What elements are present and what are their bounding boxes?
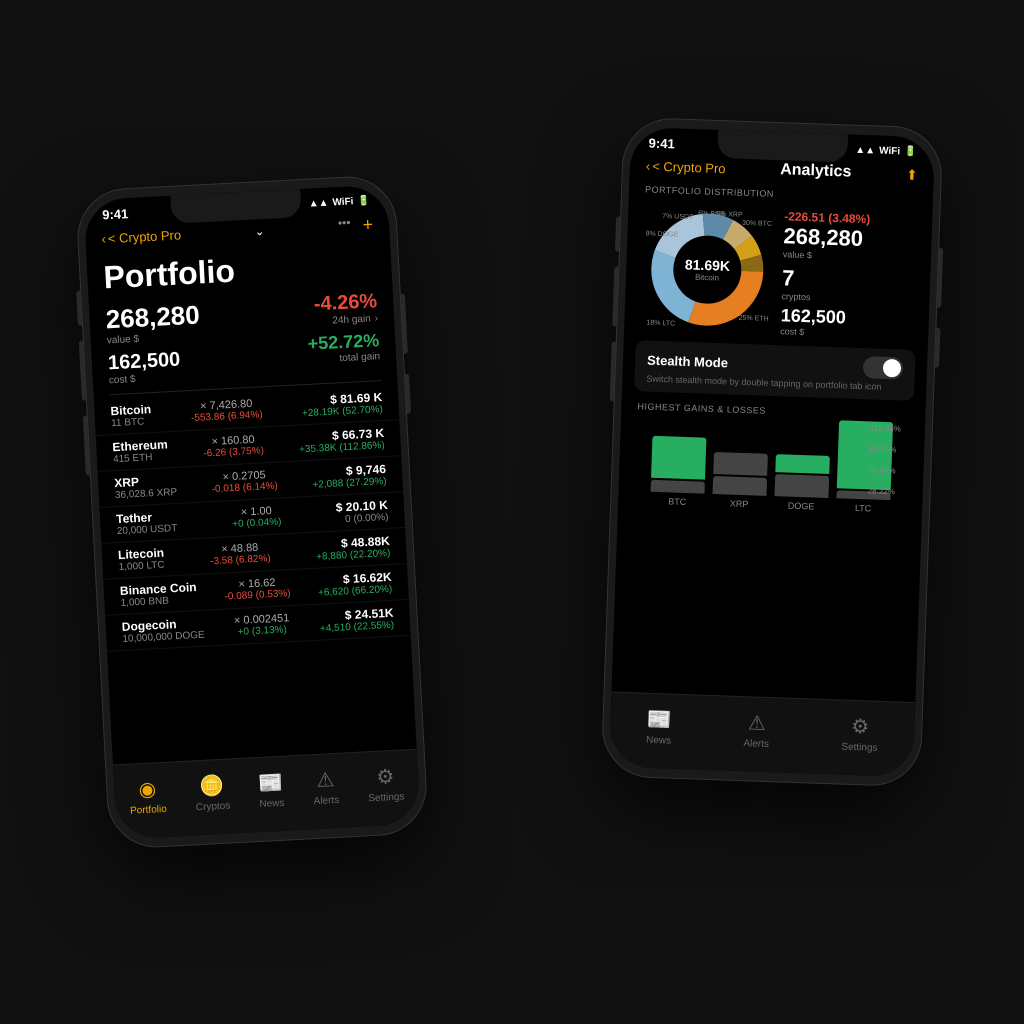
side-button-right-phone-left-2 xyxy=(612,266,618,326)
side-button-right-phone-left-3 xyxy=(610,341,616,401)
donut-value: 81.69K xyxy=(685,256,731,274)
tab-news[interactable]: 📰 News xyxy=(258,769,285,809)
scene: 9:41 ▲▲ WiFi 🔋 ‹ < Crypto Pro ⌄ •• xyxy=(62,62,962,962)
side-button-left-1 xyxy=(76,291,82,326)
portfolio-icon: ◉ xyxy=(138,776,157,802)
portfolio-value: 268,280 xyxy=(105,299,200,335)
cryptos-icon: 🪙 xyxy=(199,772,225,798)
stealth-mode-section: Stealth Mode Switch stealth mode by doub… xyxy=(634,340,916,401)
time-right: 9:41 xyxy=(648,136,675,152)
pct-label-2: 84.65% xyxy=(869,444,900,454)
side-button-right-1 xyxy=(401,294,408,354)
news-icon: 📰 xyxy=(258,769,284,795)
side-button-right-2 xyxy=(405,374,411,414)
bar-xrp-negative xyxy=(712,476,767,496)
tab-portfolio-label: Portfolio xyxy=(130,803,167,816)
share-icon[interactable]: ⬆ xyxy=(906,166,918,183)
coin-rows-container: Bitcoin 11 BTC × 7,426.80 -553.86 (6.94%… xyxy=(94,384,416,754)
stealth-title: Stealth Mode xyxy=(647,352,728,370)
bar-chart-wrapper: BTC XRP DOGE xyxy=(618,415,925,516)
tab-bar-right: 📰 News ⚠ Alerts ⚙ Settings xyxy=(609,692,915,778)
bar-doge-negative xyxy=(774,474,829,498)
bar-btc-label: BTC xyxy=(668,496,686,507)
tab-alerts[interactable]: ⚠ Alerts xyxy=(312,766,340,806)
bar-xrp-label: XRP xyxy=(730,499,749,510)
back-button-right[interactable]: ‹ < Crypto Pro xyxy=(646,158,726,176)
alerts-icon: ⚠ xyxy=(316,767,335,793)
analytics-stats: -226.51 (3.48%) 268,280 value $ 7 crypto… xyxy=(780,209,916,341)
side-button-left-3 xyxy=(83,416,90,476)
chevron-left-icon-right: ‹ xyxy=(646,158,651,173)
tab-settings-label: Settings xyxy=(368,791,405,804)
bar-btc: BTC xyxy=(650,436,706,508)
chevron-left-icon: ‹ xyxy=(101,231,106,246)
tab-news-label: News xyxy=(259,797,285,809)
phone-left: 9:41 ▲▲ WiFi 🔋 ‹ < Crypto Pro ⌄ •• xyxy=(75,174,429,850)
side-button-left-2 xyxy=(79,341,86,401)
alerts-icon-right: ⚠ xyxy=(748,710,767,736)
bar-xrp-positive xyxy=(713,452,768,476)
pct-label-1: 112.86% xyxy=(870,423,901,433)
tab-news-right[interactable]: 📰 News xyxy=(646,706,672,746)
tab-settings-right[interactable]: ⚙ Settings xyxy=(841,713,878,753)
nav-icons: ••• + xyxy=(338,214,374,237)
bar-pct-labels: 112.86% 84.65% 56.43% 28.22% xyxy=(868,423,901,496)
bar-btc-positive xyxy=(651,436,706,480)
settings-icon-right: ⚙ xyxy=(851,713,870,739)
tab-bar-left: ◉ Portfolio 🪙 Cryptos 📰 News ⚠ Alerts xyxy=(113,749,421,840)
analytics-screen: 9:41 ▲▲ WiFi 🔋 ‹ < Crypto Pro Analytics … xyxy=(609,127,935,777)
side-button-right-phone-right-1 xyxy=(937,248,943,308)
bar-doge-label: DOGE xyxy=(788,501,815,512)
donut-chart: 81.69K Bitcoin 6% BNB 5% XRP 30% BTC 25%… xyxy=(640,202,774,336)
dropdown-chevron-icon[interactable]: ⌄ xyxy=(254,223,265,238)
pct-label-4: 28.22% xyxy=(868,486,899,496)
portfolio-screen: 9:41 ▲▲ WiFi 🔋 ‹ < Crypto Pro ⌄ •• xyxy=(83,184,420,839)
bar-btc-negative xyxy=(651,480,705,494)
side-button-right-phone-left-1 xyxy=(615,216,620,251)
settings-icon: ⚙ xyxy=(376,763,395,789)
donut-section: 81.69K Bitcoin 6% BNB 5% XRP 30% BTC 25%… xyxy=(624,198,933,347)
more-icon[interactable]: ••• xyxy=(338,215,352,237)
portfolio-summary: 268,280 value $ 162,500 cost $ -4.26% 24… xyxy=(89,289,397,395)
bar-ltc-label: LTC xyxy=(855,503,872,514)
donut-center: 81.69K Bitcoin xyxy=(684,256,730,283)
tab-settings[interactable]: ⚙ Settings xyxy=(367,763,405,804)
side-button-right-phone-right-2 xyxy=(935,328,940,368)
notch-right xyxy=(717,130,848,163)
donut-label: Bitcoin xyxy=(684,272,729,283)
toggle-knob xyxy=(883,359,902,378)
phone-right: 9:41 ▲▲ WiFi 🔋 ‹ < Crypto Pro Analytics … xyxy=(601,117,944,788)
tab-settings-label-right: Settings xyxy=(841,741,878,753)
bar-doge: DOGE xyxy=(774,454,830,512)
analytics-title: Analytics xyxy=(780,161,852,181)
add-icon[interactable]: + xyxy=(362,214,374,236)
pct-label-3: 56.43% xyxy=(868,465,899,475)
tab-news-label-right: News xyxy=(646,734,671,746)
chevron-right-icon: › xyxy=(374,313,378,324)
tab-alerts-label-right: Alerts xyxy=(743,738,769,750)
tab-portfolio[interactable]: ◉ Portfolio xyxy=(128,775,167,816)
tab-alerts-label: Alerts xyxy=(313,794,339,806)
status-icons-right: ▲▲ WiFi 🔋 xyxy=(855,145,917,158)
bar-doge-positive xyxy=(775,454,830,474)
status-icons-left: ▲▲ WiFi 🔋 xyxy=(308,195,370,209)
stat-total-value: 268,280 xyxy=(783,223,916,254)
tab-alerts-right[interactable]: ⚠ Alerts xyxy=(743,710,770,750)
bar-xrp: XRP xyxy=(712,452,768,510)
back-button-left[interactable]: ‹ < Crypto Pro xyxy=(101,227,181,246)
tab-cryptos[interactable]: 🪙 Cryptos xyxy=(194,772,230,813)
tab-cryptos-label: Cryptos xyxy=(196,800,231,813)
time-left: 9:41 xyxy=(102,206,129,222)
bar-chart: BTC XRP DOGE xyxy=(634,415,909,514)
news-icon-right: 📰 xyxy=(646,706,672,732)
stealth-toggle[interactable] xyxy=(863,356,904,379)
